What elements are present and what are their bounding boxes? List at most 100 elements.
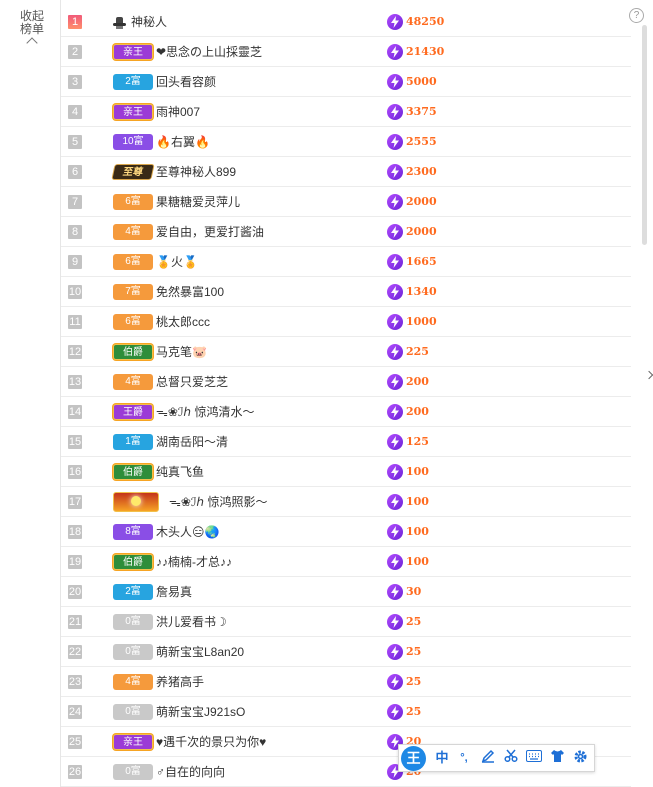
pen-icon[interactable]	[479, 749, 497, 767]
user-nickname[interactable]: ♪♪楠楠-才总♪♪	[156, 555, 232, 569]
score-value: 25	[406, 705, 422, 718]
rank-number: 16	[68, 465, 82, 479]
gear-icon[interactable]	[571, 749, 589, 767]
rank-row[interactable]: 18 8富 木头人😑🌏 100	[61, 517, 631, 547]
rank-number: 10	[68, 285, 82, 299]
score-value: 25	[406, 645, 422, 658]
rank-row[interactable]: 17 ᯓ❀ℐℎ 惊鸿照影～ 100	[61, 487, 631, 517]
level-badge: 4富	[113, 374, 153, 390]
user-nickname[interactable]: ♂自在的向向	[156, 765, 225, 779]
ime-lang-toggle[interactable]: 中	[433, 749, 451, 767]
rank-number: 20	[68, 585, 82, 599]
rank-row[interactable]: 14 王爵 ᯓ❀ℐℎ 惊鸿清水～ 200	[61, 397, 631, 427]
left-rail: 收起榜单	[0, 0, 60, 787]
score-value: 125	[406, 435, 429, 448]
user-nickname[interactable]: 果糖糖爱灵萍儿	[156, 195, 240, 209]
rank-row[interactable]: 12 伯爵 马克笔🐷 225	[61, 337, 631, 367]
score-value: 5000	[406, 75, 437, 88]
rank-row[interactable]: 1 神秘人 48250	[61, 7, 631, 37]
score-value: 100	[406, 465, 429, 478]
user-nickname[interactable]: ♥遇千次的景只为你♥	[156, 735, 266, 749]
rank-row[interactable]: 6 至尊 至尊神秘人899 2300	[61, 157, 631, 187]
collapse-list-button[interactable]: 收起榜单	[14, 9, 50, 49]
rank-number: 19	[68, 555, 82, 569]
keyboard-icon[interactable]	[525, 749, 543, 767]
user-nickname[interactable]: 免然暴富100	[156, 285, 224, 299]
user-nickname[interactable]: ᯓ❀ℐℎ 惊鸿照影～	[169, 495, 267, 509]
rank-row[interactable]: 4 亲王 雨神007 3375	[61, 97, 631, 127]
score-value: 100	[406, 525, 429, 538]
rank-number: 26	[68, 765, 82, 779]
level-badge: 10富	[113, 134, 153, 150]
user-nickname[interactable]: 养猪高手	[156, 675, 204, 689]
chevron-right-icon[interactable]	[644, 370, 653, 380]
lightning-icon	[387, 374, 403, 390]
score-value: 25	[406, 615, 422, 628]
user-nickname[interactable]: 🏅火🏅	[156, 255, 198, 269]
user-nickname[interactable]: 至尊神秘人899	[156, 165, 236, 179]
user-nickname[interactable]: 萌新宝宝J921sO	[156, 705, 245, 719]
lightning-icon	[387, 224, 403, 240]
rank-row[interactable]: 11 6富 桃太郎ccc 1000	[61, 307, 631, 337]
score-value: 3375	[406, 105, 437, 118]
rank-row[interactable]: 16 伯爵 纯真飞鱼 100	[61, 457, 631, 487]
rank-row[interactable]: 9 6富 🏅火🏅 1665	[61, 247, 631, 277]
rank-number: 1	[68, 15, 82, 29]
scrollbar[interactable]	[642, 25, 647, 245]
user-nickname[interactable]: 雨神007	[156, 105, 200, 119]
score-value: 21430	[406, 45, 445, 58]
rank-row[interactable]: 7 6富 果糖糖爱灵萍儿 2000	[61, 187, 631, 217]
level-badge: 6富	[113, 314, 153, 330]
rank-row[interactable]: 23 4富 养猪高手 25	[61, 667, 631, 697]
user-nickname[interactable]: 洪儿爱看书☽	[156, 615, 227, 629]
user-nickname[interactable]: 爱自由，更爱打酱油	[156, 225, 264, 239]
user-nickname[interactable]: 🔥右翼🔥	[156, 135, 210, 149]
score-value: 48250	[406, 15, 445, 28]
help-icon[interactable]: ?	[629, 8, 644, 23]
level-badge: 6富	[113, 254, 153, 270]
scissors-icon[interactable]	[502, 749, 520, 767]
rank-row[interactable]: 21 0富 洪儿爱看书☽ 25	[61, 607, 631, 637]
user-nickname[interactable]: 湖南岳阳～清	[156, 435, 228, 449]
user-nickname[interactable]: 神秘人	[131, 15, 167, 29]
rank-row[interactable]: 19 伯爵 ♪♪楠楠-才总♪♪ 100	[61, 547, 631, 577]
score-value: 200	[406, 375, 429, 388]
score-value: 100	[406, 495, 429, 508]
rank-row[interactable]: 5 10富 🔥右翼🔥 2555	[61, 127, 631, 157]
rank-row[interactable]: 15 1富 湖南岳阳～清 125	[61, 427, 631, 457]
ime-punct-toggle[interactable]: °,	[455, 749, 473, 767]
user-nickname[interactable]: 总督只爱芝芝	[156, 375, 228, 389]
collapse-label: 收起榜单	[19, 9, 44, 36]
user-nickname[interactable]: 桃太郎ccc	[156, 315, 210, 329]
rank-number: 11	[68, 315, 82, 329]
rank-row[interactable]: 3 2富 回头看容颜 5000	[61, 67, 631, 97]
lightning-icon	[387, 404, 403, 420]
user-nickname[interactable]: ❤思念の上山採靈芝	[156, 45, 262, 59]
rank-row[interactable]: 24 0富 萌新宝宝J921sO 25	[61, 697, 631, 727]
user-nickname[interactable]: 马克笔🐷	[156, 345, 207, 359]
user-nickname[interactable]: 纯真飞鱼	[156, 465, 204, 479]
rank-number: 23	[68, 675, 82, 689]
lightning-icon	[387, 644, 403, 660]
skin-shirt-icon[interactable]	[548, 749, 566, 767]
lightning-icon	[387, 104, 403, 120]
lightning-icon	[387, 284, 403, 300]
rank-row[interactable]: 2 亲王 ❤思念の上山採靈芝 21430	[61, 37, 631, 67]
rank-row[interactable]: 10 7富 免然暴富100 1340	[61, 277, 631, 307]
user-nickname[interactable]: 詹易真	[156, 585, 192, 599]
level-badge: 0富	[113, 614, 153, 630]
rank-row[interactable]: 22 0富 萌新宝宝L8an20 25	[61, 637, 631, 667]
user-nickname[interactable]: 木头人😑🌏	[156, 525, 219, 539]
user-nickname[interactable]: ᯓ❀ℐℎ 惊鸿清水～	[156, 405, 254, 419]
rank-row[interactable]: 20 2富 詹易真 30	[61, 577, 631, 607]
user-nickname[interactable]: 回头看容颜	[156, 75, 216, 89]
user-nickname[interactable]: 萌新宝宝L8an20	[156, 645, 244, 659]
lightning-icon	[387, 314, 403, 330]
level-badge: 2富	[113, 74, 153, 90]
level-badge: 2富	[113, 584, 153, 600]
ime-logo-icon[interactable]: 王	[401, 746, 426, 771]
rank-row[interactable]: 8 4富 爱自由，更爱打酱油 2000	[61, 217, 631, 247]
rank-row[interactable]: 13 4富 总督只爱芝芝 200	[61, 367, 631, 397]
level-badge: 伯爵	[113, 344, 153, 360]
crown-badge-icon	[113, 492, 159, 512]
